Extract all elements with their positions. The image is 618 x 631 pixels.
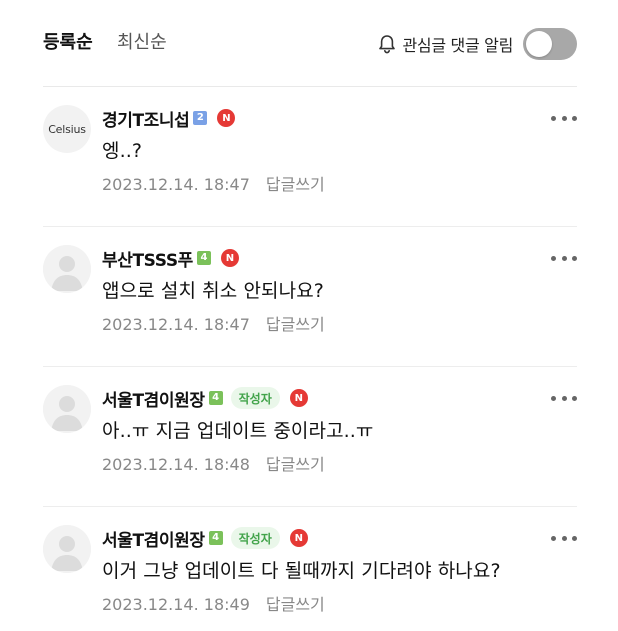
comment-header: 경기T조니섭 2 N — [102, 105, 236, 131]
commenter-nickname[interactable]: 서울T겸이원장 — [102, 526, 205, 551]
notification-label: 관심글 댓글 알림 — [402, 36, 513, 55]
bell-icon — [376, 33, 398, 55]
new-badge: N — [217, 109, 236, 127]
comment-date: 2023.12.14. 18:47 — [102, 175, 250, 194]
commenter-nickname[interactable]: 경기T조니섭 — [102, 106, 190, 131]
toggle-knob — [526, 31, 552, 57]
comment-item: 서울T겸이원장 4 작성자 N 이거 그냥 업데이트 다 될때까지 기다려야 하… — [0, 507, 618, 631]
comment-text: 이거 그냥 업데이트 다 될때까지 기다려야 하나요? — [102, 560, 501, 582]
reply-button[interactable]: 답글쓰기 — [266, 593, 325, 617]
comment-header: 부산TSSS푸 4 N — [102, 245, 239, 271]
member-level-icon: 4 — [208, 531, 223, 545]
commenter-nickname[interactable]: 서울T겸이원장 — [102, 386, 205, 411]
more-options-icon[interactable] — [551, 531, 577, 545]
avatar[interactable]: Celsius — [43, 105, 91, 153]
default-avatar-icon — [43, 245, 91, 293]
comment-item: 서울T겸이원장 4 작성자 N 아..ㅠ 지금 업데이트 중이라고..ㅠ 202… — [0, 367, 618, 507]
avatar[interactable] — [43, 245, 91, 293]
commenter-nickname[interactable]: 부산TSSS푸 — [102, 246, 193, 271]
member-level-icon: 2 — [193, 111, 208, 125]
comment-meta: 2023.12.14. 18:48 답글쓰기 — [102, 453, 325, 477]
comment-header: 서울T겸이원장 4 작성자 N — [102, 525, 308, 551]
new-badge: N — [289, 389, 308, 407]
new-badge: N — [289, 529, 308, 547]
reply-button[interactable]: 답글쓰기 — [266, 173, 325, 197]
member-level-icon: 4 — [208, 391, 223, 405]
comment-item: 부산TSSS푸 4 N 앱으로 설치 취소 안되나요? 2023.12.14. … — [0, 227, 618, 367]
writer-badge: 작성자 — [230, 387, 280, 409]
comment-item: Celsius 경기T조니섭 2 N 엥..? 2023.12.14. 18:4… — [0, 87, 618, 227]
avatar-label: Celsius — [48, 122, 86, 136]
default-avatar-icon — [43, 525, 91, 573]
writer-badge: 작성자 — [230, 527, 280, 549]
comment-text: 엥..? — [102, 140, 143, 162]
comment-sort-bar: 등록순 최신순 관심글 댓글 알림 — [0, 0, 618, 86]
new-badge: N — [220, 249, 239, 267]
comment-text: 앱으로 설치 취소 안되나요? — [102, 280, 324, 302]
comment-date: 2023.12.14. 18:48 — [102, 455, 250, 474]
more-options-icon[interactable] — [551, 391, 577, 405]
notification-toggle[interactable] — [523, 28, 577, 60]
comment-date: 2023.12.14. 18:47 — [102, 315, 250, 334]
sort-by-latest-tab[interactable]: 최신순 — [117, 30, 167, 56]
comment-notification: 관심글 댓글 알림 — [376, 28, 577, 60]
reply-button[interactable]: 답글쓰기 — [266, 313, 325, 337]
reply-button[interactable]: 답글쓰기 — [266, 453, 325, 477]
more-options-icon[interactable] — [551, 251, 577, 265]
avatar[interactable] — [43, 525, 91, 573]
more-options-icon[interactable] — [551, 111, 577, 125]
comment-meta: 2023.12.14. 18:49 답글쓰기 — [102, 593, 325, 617]
comment-header: 서울T겸이원장 4 작성자 N — [102, 385, 308, 411]
comment-meta: 2023.12.14. 18:47 답글쓰기 — [102, 313, 325, 337]
member-level-icon: 4 — [196, 251, 211, 265]
comment-date: 2023.12.14. 18:49 — [102, 595, 250, 614]
comment-meta: 2023.12.14. 18:47 답글쓰기 — [102, 173, 325, 197]
default-avatar-icon — [43, 385, 91, 433]
avatar[interactable] — [43, 385, 91, 433]
sort-by-registered-tab[interactable]: 등록순 — [43, 30, 93, 56]
comment-text: 아..ㅠ 지금 업데이트 중이라고..ㅠ — [102, 420, 374, 442]
